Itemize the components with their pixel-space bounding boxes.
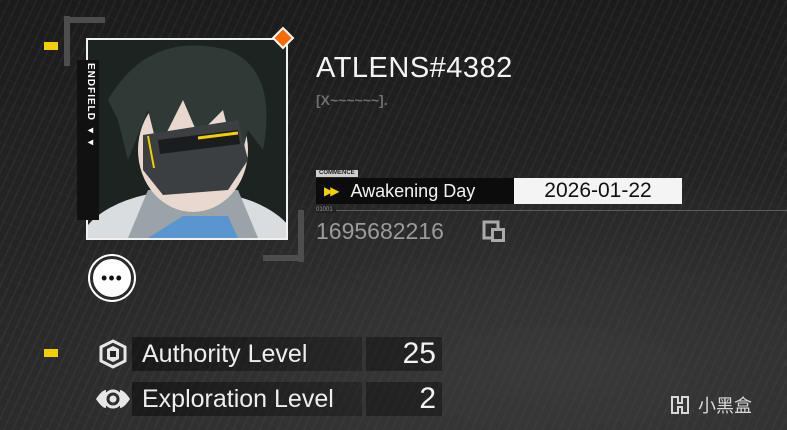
watermark: 小黑盒 [668, 392, 752, 418]
level-value: 2 [366, 382, 442, 416]
double-play-icon: ▶▶ [324, 184, 340, 198]
level-label: Authority Level [132, 337, 362, 371]
username: ATLENS#4382 [316, 52, 513, 84]
level-label: Exploration Level [132, 382, 362, 416]
section-marker [44, 42, 58, 50]
avatar[interactable] [86, 38, 288, 240]
authority-level-row: Authority Level 25 [94, 337, 442, 371]
commence-label: COMMENCE [316, 170, 358, 177]
authority-icon [94, 339, 132, 369]
divider [316, 210, 787, 211]
avatar-portrait [88, 40, 286, 238]
heybox-logo-icon [671, 396, 689, 414]
exploration-icon [94, 384, 132, 414]
more-options-button[interactable]: ••• [90, 256, 134, 300]
awakening-date: 2026-01-22 [514, 178, 682, 204]
frame-decoration [64, 16, 70, 66]
awakening-label: Awakening Day [350, 180, 476, 201]
section-marker [44, 349, 58, 357]
uid-caption: 01001 [316, 207, 336, 213]
brand-label: ENDFIELD ◂◂ [85, 63, 96, 149]
user-id: 1695682216 [316, 218, 444, 244]
tagline: [X~~~~~~]. [316, 92, 388, 108]
awakening-day-row: ▶▶ Awakening Day 2026-01-22 [316, 178, 682, 204]
frame-decoration [298, 210, 304, 262]
exploration-level-row: Exploration Level 2 [94, 382, 442, 416]
level-value: 25 [366, 337, 442, 371]
copy-icon[interactable] [482, 220, 508, 244]
watermark-text: 小黑盒 [698, 396, 752, 416]
